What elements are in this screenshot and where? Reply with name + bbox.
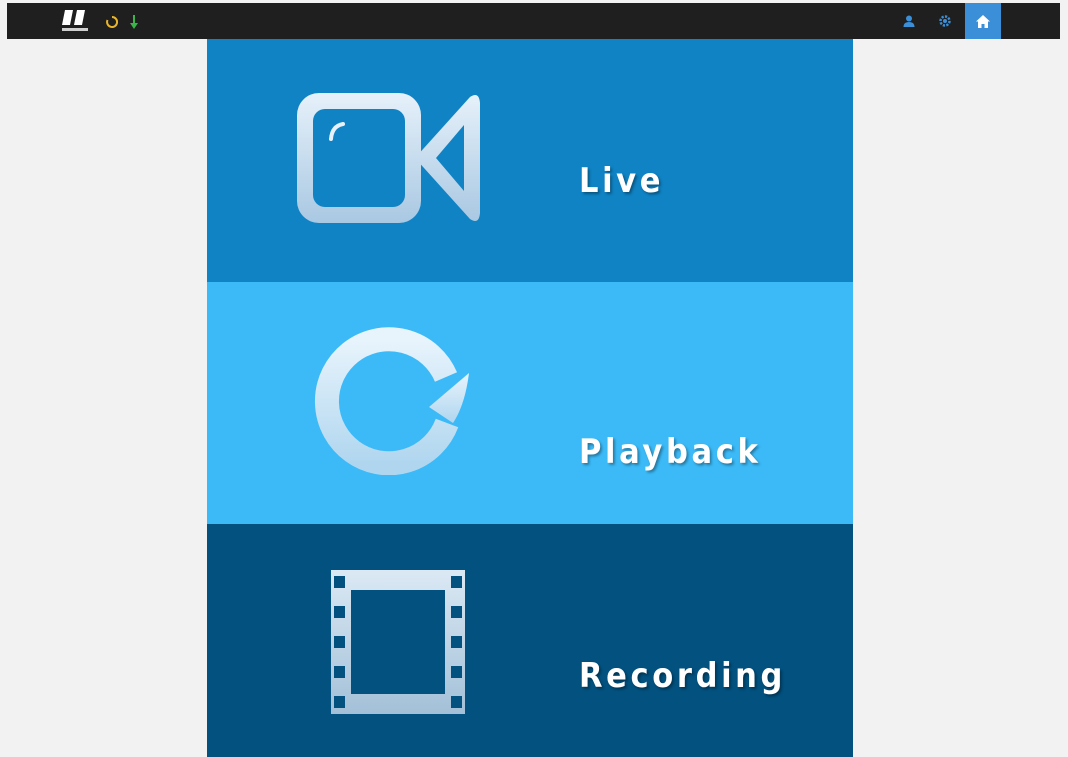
top-bar	[7, 3, 1060, 39]
film-strip-icon	[331, 570, 465, 714]
status-arrow-icon	[130, 15, 138, 29]
user-button[interactable]	[891, 3, 927, 39]
playback-tile[interactable]: Playback	[207, 282, 853, 524]
status-spinner-icon	[106, 16, 118, 28]
main-menu: Live Playback Recording	[207, 39, 853, 757]
brand-logo	[62, 10, 88, 31]
live-tile[interactable]: Live	[207, 39, 853, 282]
recording-tile[interactable]: Recording	[207, 524, 853, 757]
gear-icon	[939, 15, 951, 27]
settings-button[interactable]	[927, 3, 963, 39]
home-button[interactable]	[965, 3, 1001, 39]
live-label: Live	[579, 161, 665, 201]
user-icon	[903, 15, 915, 27]
playback-label: Playback	[579, 432, 762, 472]
recording-label: Recording	[579, 656, 787, 696]
home-icon	[976, 14, 990, 28]
video-camera-icon	[297, 93, 480, 223]
refresh-arrow-icon	[314, 327, 469, 475]
